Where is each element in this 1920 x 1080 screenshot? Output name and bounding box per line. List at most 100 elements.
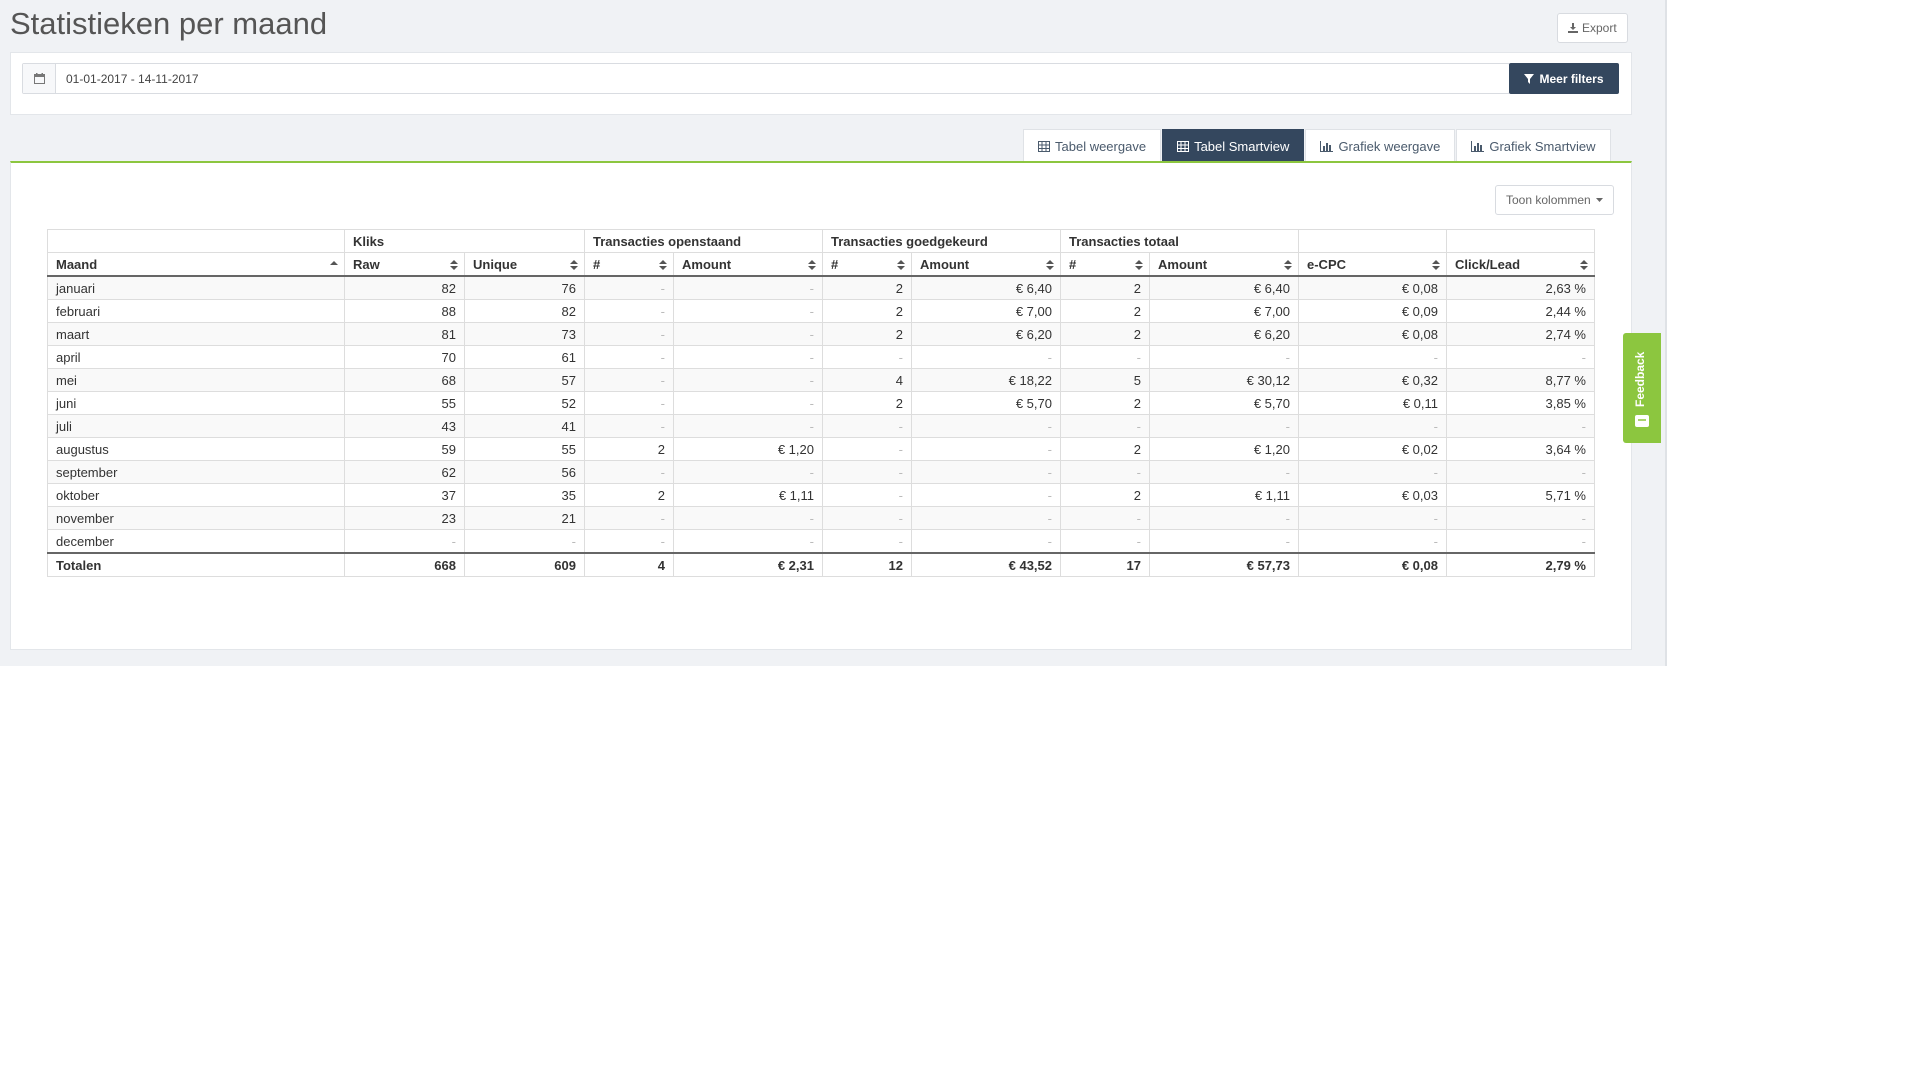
month-cell: maart: [47, 322, 345, 346]
show-columns-label: Toon kolommen: [1506, 193, 1591, 207]
table-cell: -: [584, 460, 674, 484]
show-columns-button[interactable]: Toon kolommen: [1495, 185, 1614, 215]
table-cell: 8,77 %: [1446, 368, 1595, 392]
column-header-label: Click/Lead: [1455, 256, 1521, 272]
totals-cell: 12: [822, 552, 912, 577]
table-cell: 70: [344, 345, 465, 369]
table-cell: € 0,02: [1298, 437, 1447, 461]
column-header-label: Amount: [682, 256, 732, 272]
table-row: oktober 37 35 2 € 1,11- -2 € 1,11 € 0,03 5,71 %: [47, 483, 1595, 507]
month-cell: december: [47, 529, 345, 554]
totals-cell: 668: [344, 552, 465, 577]
download-icon: [1568, 23, 1578, 33]
table-cell: 2: [822, 275, 912, 300]
table-cell: 88: [344, 299, 465, 323]
month-cell: januari: [47, 275, 345, 300]
totals-cell: 609: [464, 552, 585, 577]
content-panel: Toon kolommen Kliks Transacties openstaa…: [10, 161, 1632, 650]
table-cell: € 7,00: [911, 299, 1061, 323]
group-header: [1446, 229, 1595, 253]
tab-grafiek-weergave[interactable]: Grafiek weergave: [1305, 129, 1456, 162]
table-cell: € 5,70: [1149, 391, 1299, 415]
table-cell: 21: [464, 506, 585, 530]
group-header-totaal: Transacties totaal: [1060, 229, 1299, 253]
export-button[interactable]: Export: [1557, 13, 1628, 43]
table-cell: 82: [464, 299, 585, 323]
feedback-tab[interactable]: Feedback: [1623, 333, 1661, 443]
column-header[interactable]: Amount: [673, 252, 823, 277]
column-header-label: Unique: [473, 256, 518, 272]
table-cell: -: [1298, 460, 1447, 484]
table-cell: -: [911, 529, 1061, 554]
more-filters-label: Meer filters: [1539, 71, 1604, 86]
totals-cell: 2,79 %: [1446, 552, 1595, 577]
table-cell: 2: [822, 322, 912, 346]
table-cell: 55: [464, 437, 585, 461]
table-cell: 2: [1060, 322, 1150, 346]
column-header[interactable]: #: [584, 252, 674, 277]
table-row: maart 81 73- -2 € 6,20 2 € 6,20 € 0,08 2,74 %: [47, 322, 1595, 346]
table-cell: 2: [1060, 299, 1150, 323]
tab-tabel-smartview[interactable]: Tabel Smartview: [1162, 129, 1305, 162]
table-cell: -: [1298, 345, 1447, 369]
column-header[interactable]: #: [1060, 252, 1150, 277]
table-cell: -: [911, 506, 1061, 530]
table-row: juni 55 52- -2 € 5,70 2 € 5,70 € 0,11 3,85 %: [47, 391, 1595, 415]
column-header[interactable]: e-CPC: [1298, 252, 1447, 277]
column-header[interactable]: Amount: [911, 252, 1061, 277]
table-cell: -: [911, 460, 1061, 484]
tab-label: Grafiek weergave: [1338, 138, 1441, 154]
tab-tabel-weergave[interactable]: Tabel weergave: [1023, 129, 1162, 162]
calendar-icon[interactable]: [23, 64, 56, 93]
month-cell: november: [47, 506, 345, 530]
export-label: Export: [1582, 21, 1617, 35]
sort-icon: [659, 260, 667, 270]
table-cell: -: [584, 391, 674, 415]
table-cell: -: [584, 322, 674, 346]
table-cell: € 7,00: [1149, 299, 1299, 323]
table-cell: € 1,11: [1149, 483, 1299, 507]
table-cell: € 1,11: [673, 483, 823, 507]
table-cell: -: [344, 529, 465, 554]
month-cell: juli: [47, 414, 345, 438]
table-cell: -: [673, 345, 823, 369]
table-cell: -: [822, 414, 912, 438]
table-icon: [1177, 140, 1190, 152]
table-cell: 52: [464, 391, 585, 415]
totals-cell: 4: [584, 552, 674, 577]
table-cell: 2: [1060, 437, 1150, 461]
table-cell: 23: [344, 506, 465, 530]
table-cell: -: [584, 345, 674, 369]
tab-grafiek-smartview[interactable]: Grafiek Smartview: [1456, 129, 1611, 162]
sort-icon: [450, 260, 458, 270]
month-cell: oktober: [47, 483, 345, 507]
table-cell: -: [584, 275, 674, 300]
table-cell: -: [822, 483, 912, 507]
table-cell: 35: [464, 483, 585, 507]
column-header[interactable]: #: [822, 252, 912, 277]
column-header-label: #: [1069, 256, 1077, 272]
table-row: augustus 59 55 2 € 1,20- -2 € 1,20 € 0,02 3,64 %: [47, 437, 1595, 461]
table-icon: [1038, 140, 1050, 152]
table-cell: -: [911, 483, 1061, 507]
table-cell: 2: [584, 437, 674, 461]
column-header[interactable]: Raw: [344, 252, 465, 277]
table-cell: 68: [344, 368, 465, 392]
table-cell: 82: [344, 275, 465, 300]
table-cell: -: [464, 529, 585, 554]
column-header[interactable]: Amount: [1149, 252, 1299, 277]
column-header[interactable]: Unique: [464, 252, 585, 277]
table-cell: -: [673, 322, 823, 346]
table-cell: -: [911, 345, 1061, 369]
date-range-input[interactable]: [56, 70, 1509, 87]
table-row: juli 43 41- - - - - - - -: [47, 414, 1595, 438]
table-cell: -: [822, 345, 912, 369]
table-cell: -: [822, 460, 912, 484]
table-cell: 59: [344, 437, 465, 461]
more-filters-button[interactable]: Meer filters: [1509, 63, 1619, 94]
column-header[interactable]: Click/Lead: [1446, 252, 1595, 277]
column-header-label: Raw: [353, 256, 380, 272]
bar-chart-icon: [1471, 140, 1485, 152]
table-cell: -: [1446, 460, 1595, 484]
column-header[interactable]: Maand: [47, 252, 345, 277]
